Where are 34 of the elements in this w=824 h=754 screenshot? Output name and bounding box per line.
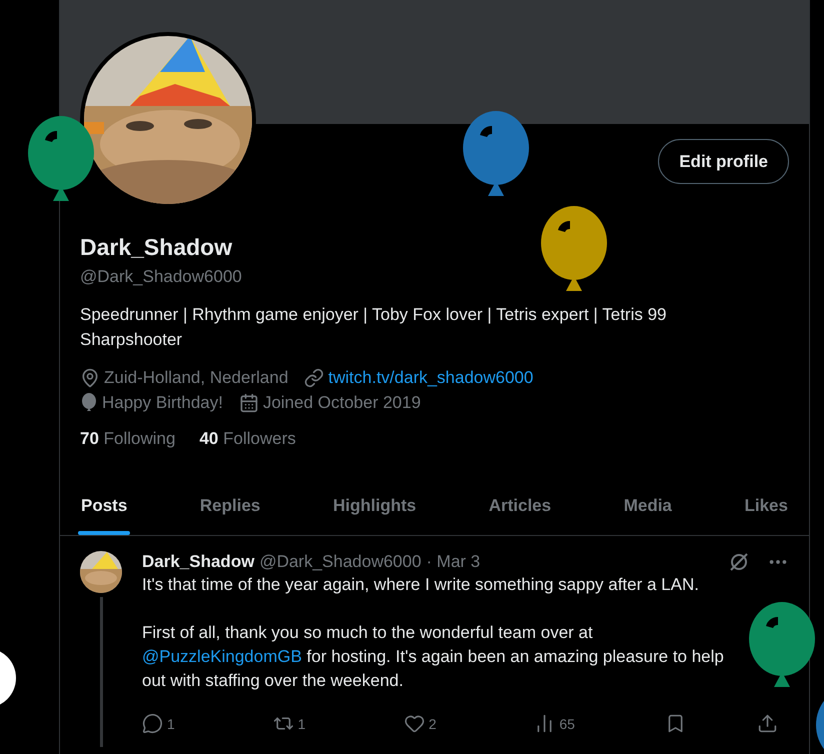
slashed-circle-icon[interactable] — [728, 551, 750, 573]
action-count: 65 — [559, 716, 575, 732]
action-count: 1 — [167, 716, 175, 732]
profile-tab[interactable]: Posts — [70, 476, 138, 535]
post-date: · Mar 3 — [426, 552, 480, 572]
post-text: It's that time of the year again, where I write something sappy after a LAN. — [142, 574, 700, 596]
reply-icon[interactable] — [142, 713, 163, 734]
action-count: 2 — [428, 716, 436, 732]
share-icon[interactable] — [756, 713, 778, 734]
mention-link[interactable]: @PuzzleKingdomGB — [142, 647, 302, 666]
profile-tab[interactable]: Articles — [478, 476, 562, 535]
author-handle: @Dark_Shadow6000 — [259, 552, 422, 572]
location-pin-icon — [80, 368, 100, 388]
profile-tab[interactable]: Replies — [188, 476, 272, 535]
post-text: First of all, thank you so much to the wonderful team over at @PuzzleKingdomGB for hosting. It's again been an amazing pleasure to help out with staffing over the weekend. — [142, 622, 725, 692]
user-handle: @Dark_Shadow6000 — [80, 267, 243, 287]
action-count: 1 — [298, 716, 306, 732]
profile-tab[interactable]: Likes — [734, 476, 799, 535]
edit-profile-button[interactable]: Edit profile — [658, 139, 789, 184]
follow-stat[interactable]: 40 Followers — [199, 429, 296, 449]
link-icon — [304, 368, 324, 388]
website-link[interactable]: twitch.tv/dark_shadow6000 — [328, 366, 534, 389]
follow-stat[interactable]: 70 Following — [80, 429, 176, 449]
bio-text: Speedrunner | Rhythm game enjoyer | Toby Fox lover | Tetris expert | Tetris 99 Sharpshooter — [80, 304, 668, 351]
author-name: Dark_Shadow — [142, 552, 254, 572]
display-name: Dark_Shadow — [80, 234, 234, 261]
profile-detail: Zuid-Holland, Nederland — [104, 367, 288, 389]
profile-tab[interactable]: Highlights — [322, 476, 428, 535]
balloon-icon — [80, 392, 98, 412]
calendar-icon — [238, 392, 259, 412]
profile-detail: Joined October 2019 — [262, 392, 421, 414]
heart-icon[interactable] — [404, 713, 425, 734]
profile-detail: Happy Birthday! — [102, 392, 223, 414]
profile-tab[interactable]: Media — [612, 476, 683, 535]
